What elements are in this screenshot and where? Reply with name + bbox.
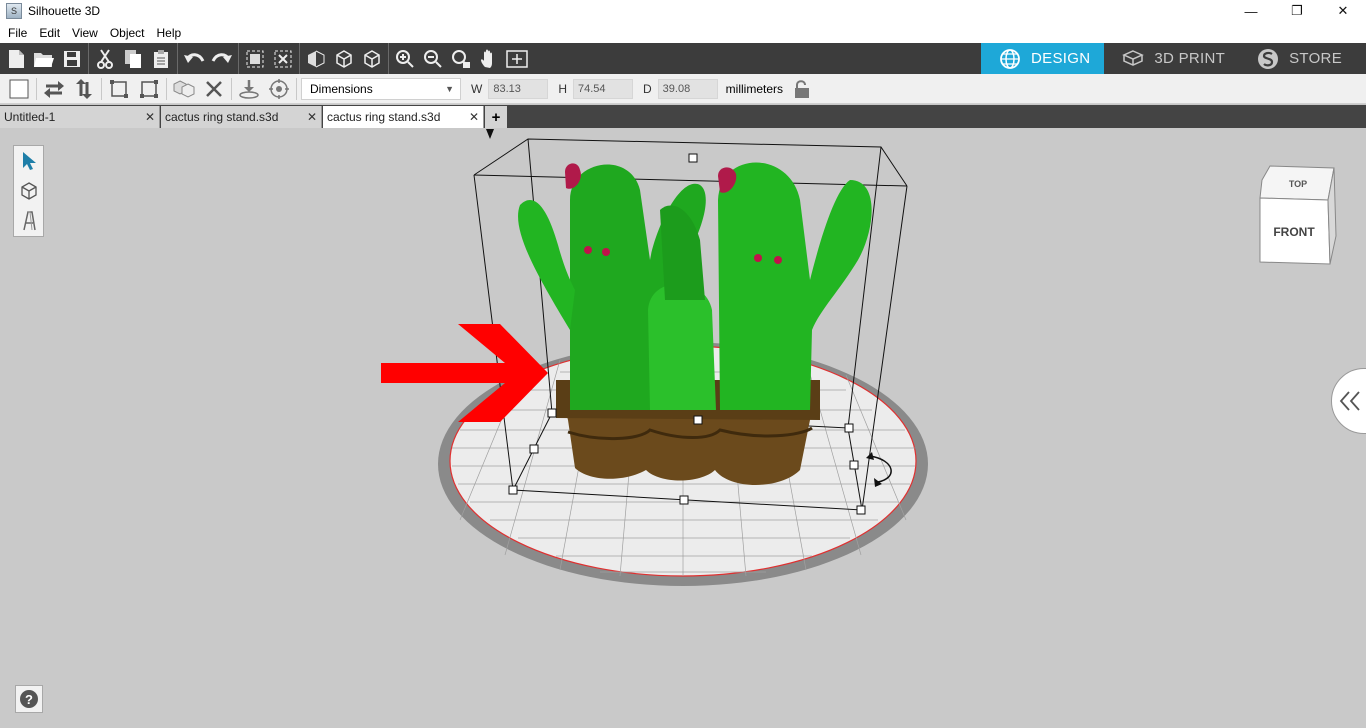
3d-shapes-icon[interactable] bbox=[14, 176, 43, 206]
toolbar-separator bbox=[388, 43, 389, 74]
marker-arrow-icon bbox=[486, 129, 494, 139]
width-field[interactable]: 83.13 bbox=[488, 78, 549, 99]
delete-icon[interactable] bbox=[199, 75, 229, 103]
chevron-down-icon: ▼ bbox=[445, 83, 454, 94]
window-title: Silhouette 3D bbox=[28, 4, 101, 18]
cube-view-icon[interactable] bbox=[330, 45, 358, 73]
cut-icon[interactable] bbox=[91, 45, 119, 73]
units-label: millimeters bbox=[725, 81, 784, 96]
lock-icon[interactable] bbox=[787, 75, 817, 103]
fill-color-icon[interactable] bbox=[4, 75, 34, 103]
menu-help[interactable]: Help bbox=[151, 26, 188, 40]
menu-bar: File Edit View Object Help bbox=[0, 22, 1366, 43]
tab-store[interactable]: STORE bbox=[1239, 43, 1366, 74]
scale-icon[interactable] bbox=[104, 75, 134, 103]
svg-text:?: ? bbox=[25, 692, 33, 707]
zoom-fit-icon[interactable] bbox=[447, 45, 475, 73]
perspective-view-icon[interactable] bbox=[302, 45, 330, 73]
doc-tab[interactable]: cactus ring stand.s3d ✕ bbox=[161, 106, 322, 128]
scene bbox=[381, 129, 928, 586]
left-toolbox bbox=[13, 145, 44, 237]
menu-file[interactable]: File bbox=[2, 26, 33, 40]
tab-3d-print[interactable]: 3D PRINT bbox=[1104, 43, 1239, 74]
close-icon[interactable]: ✕ bbox=[469, 110, 479, 124]
viewport-3d[interactable]: TOP FRONT bbox=[0, 128, 1366, 728]
app-icon: S bbox=[6, 3, 22, 19]
close-button[interactable]: ✕ bbox=[1320, 0, 1366, 22]
globe-icon bbox=[999, 48, 1021, 70]
doc-tab-label: Untitled-1 bbox=[4, 110, 56, 124]
resize-icon[interactable] bbox=[134, 75, 164, 103]
doc-tab-active[interactable]: cactus ring stand.s3d ✕ bbox=[323, 106, 484, 128]
menu-edit[interactable]: Edit bbox=[33, 26, 66, 40]
fit-to-window-icon[interactable] bbox=[503, 45, 531, 73]
close-icon[interactable]: ✕ bbox=[145, 110, 155, 124]
duplicate-icon[interactable] bbox=[169, 75, 199, 103]
doc-tab-label: cactus ring stand.s3d bbox=[165, 110, 279, 124]
flip-horizontal-icon[interactable] bbox=[39, 75, 69, 103]
maximize-button[interactable]: ❐ bbox=[1274, 0, 1320, 22]
drop-to-bed-icon[interactable] bbox=[234, 75, 264, 103]
minimize-button[interactable]: — bbox=[1228, 0, 1274, 22]
toolbar-separator bbox=[296, 77, 297, 100]
toolbar-separator bbox=[101, 77, 102, 100]
toolbar-icons bbox=[2, 43, 531, 74]
dimension-mode-select[interactable]: Dimensions ▼ bbox=[301, 77, 461, 100]
properties-toolbar: Dimensions ▼ W 83.13 H 74.54 D 39.08 mil… bbox=[0, 74, 1366, 104]
zoom-in-icon[interactable] bbox=[391, 45, 419, 73]
undo-icon[interactable] bbox=[180, 45, 208, 73]
center-object-icon[interactable] bbox=[264, 75, 294, 103]
view-cube-top-label: TOP bbox=[1289, 179, 1307, 189]
tab-store-label: STORE bbox=[1289, 50, 1342, 67]
close-icon[interactable]: ✕ bbox=[307, 110, 317, 124]
title-bar: S Silhouette 3D — ❐ ✕ bbox=[0, 0, 1366, 22]
cube-wire-icon[interactable] bbox=[358, 45, 386, 73]
printer-bed-icon bbox=[1122, 49, 1145, 69]
copy-icon[interactable] bbox=[119, 45, 147, 73]
toolbar-separator bbox=[36, 77, 37, 100]
height-field[interactable]: 74.54 bbox=[573, 78, 633, 99]
redo-icon[interactable] bbox=[208, 45, 236, 73]
menu-object[interactable]: Object bbox=[104, 26, 151, 40]
ungroup-icon[interactable] bbox=[269, 45, 297, 73]
doc-tab[interactable]: Untitled-1 ✕ bbox=[0, 106, 160, 128]
height-label: H bbox=[558, 81, 567, 96]
toolbar-separator bbox=[166, 77, 167, 100]
group-icon[interactable] bbox=[241, 45, 269, 73]
depth-label: D bbox=[643, 81, 652, 96]
view-cube[interactable]: TOP FRONT bbox=[1252, 164, 1342, 270]
zoom-out-icon[interactable] bbox=[419, 45, 447, 73]
main-toolbar: DESIGN 3D PRINT STORE bbox=[0, 43, 1366, 74]
depth-field[interactable]: 39.08 bbox=[657, 78, 718, 99]
pan-hand-icon[interactable] bbox=[475, 45, 503, 73]
select-tool-icon[interactable] bbox=[14, 146, 43, 176]
3d-text-icon[interactable] bbox=[14, 206, 43, 236]
tab-design[interactable]: DESIGN bbox=[981, 43, 1105, 74]
document-tabs: Untitled-1 ✕ cactus ring stand.s3d ✕ cac… bbox=[0, 105, 1366, 128]
view-cube-front-label: FRONT bbox=[1273, 225, 1315, 239]
dimension-mode-value: Dimensions bbox=[310, 81, 373, 96]
help-button[interactable]: ? bbox=[15, 685, 43, 713]
toolbar-separator bbox=[299, 43, 300, 74]
new-file-icon[interactable] bbox=[2, 45, 30, 73]
add-tab-button[interactable]: + bbox=[485, 106, 507, 128]
tab-design-label: DESIGN bbox=[1031, 50, 1091, 67]
double-chevron-left-icon bbox=[1339, 391, 1360, 411]
flip-vertical-icon[interactable] bbox=[69, 75, 99, 103]
tab-3d-print-label: 3D PRINT bbox=[1154, 50, 1226, 67]
open-folder-icon[interactable] bbox=[30, 45, 58, 73]
store-icon bbox=[1257, 48, 1279, 70]
toolbar-separator bbox=[231, 77, 232, 100]
mode-tabs: DESIGN 3D PRINT STORE bbox=[981, 43, 1366, 74]
menu-view[interactable]: View bbox=[66, 26, 104, 40]
doc-tab-label: cactus ring stand.s3d bbox=[327, 110, 441, 124]
width-label: W bbox=[471, 81, 483, 96]
help-icon: ? bbox=[20, 690, 38, 708]
toolbar-separator bbox=[88, 43, 89, 74]
save-icon[interactable] bbox=[58, 45, 86, 73]
window-controls: — ❐ ✕ bbox=[1228, 0, 1366, 22]
toolbar-separator bbox=[177, 43, 178, 74]
toolbar-separator bbox=[238, 43, 239, 74]
paste-icon[interactable] bbox=[147, 45, 175, 73]
